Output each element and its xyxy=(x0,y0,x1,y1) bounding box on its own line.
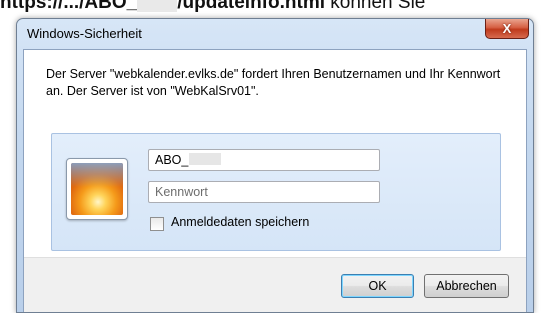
password-field[interactable]: Kennwort xyxy=(148,181,380,203)
background-normal-text: können Sie xyxy=(325,0,426,13)
background-bold-text: https://.../ABO_ xyxy=(0,0,138,13)
user-flower-avatar-icon xyxy=(71,163,123,215)
button-bar: OK Abbrechen xyxy=(24,257,526,312)
close-icon: X xyxy=(502,21,512,36)
ok-button[interactable]: OK xyxy=(341,274,414,298)
username-field[interactable]: ABO_ xyxy=(148,149,380,171)
username-value: ABO_ xyxy=(155,153,189,167)
dialog-title: Windows-Sicherheit xyxy=(27,26,142,41)
background-bold-suffix: /updateinfo.html xyxy=(177,0,325,13)
close-button[interactable]: X xyxy=(485,19,529,39)
credential-panel: ABO_ Kennwort Anmeldedaten speichern xyxy=(51,133,501,251)
password-placeholder: Kennwort xyxy=(155,185,208,199)
redacted-block xyxy=(137,0,178,12)
security-dialog: Windows-Sicherheit X Der Server "webkale… xyxy=(16,18,534,313)
cancel-button[interactable]: Abbrechen xyxy=(424,274,509,298)
server-message: Der Server "webkalender.evlks.de" forder… xyxy=(46,67,501,98)
background-page-text: https://.../ABO_ /updateinfo.html können … xyxy=(0,0,550,18)
cancel-button-label: Abbrechen xyxy=(436,279,497,293)
ok-button-label: OK xyxy=(368,279,387,293)
dialog-content: Der Server "webkalender.evlks.de" forder… xyxy=(23,49,527,312)
title-bar[interactable]: Windows-Sicherheit X xyxy=(17,19,533,49)
remember-credentials-checkbox[interactable] xyxy=(150,217,164,231)
redacted-username-part xyxy=(189,153,222,165)
avatar xyxy=(66,158,128,220)
remember-credentials-label[interactable]: Anmeldedaten speichern xyxy=(171,215,309,229)
